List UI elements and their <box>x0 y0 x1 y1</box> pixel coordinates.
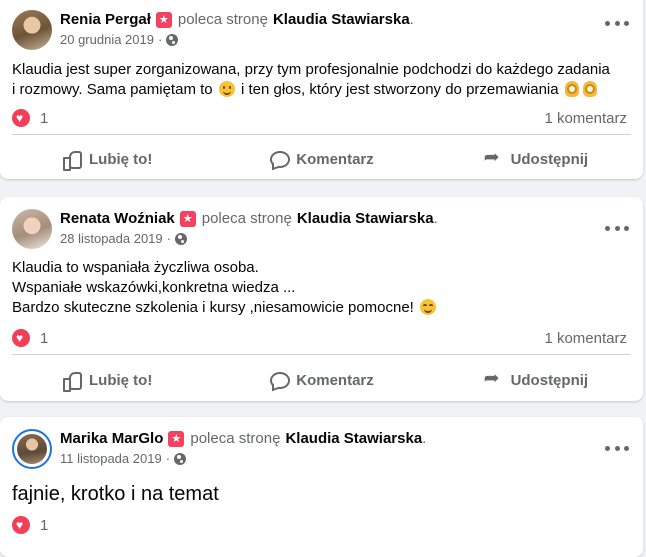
comment-label: Komentarz <box>296 371 374 389</box>
share-label: Udostępnij <box>510 150 589 168</box>
post-card: Renia Pergał poleca stronę Klaudia Stawi… <box>0 0 643 179</box>
smiling-blush-emoji-icon <box>420 299 437 315</box>
like-button[interactable]: Lubię to! <box>0 139 214 179</box>
post-text-line: Klaudia jest super zorganizowana, przy t… <box>12 61 610 78</box>
like-button[interactable]: Lubię to! <box>0 360 214 400</box>
recommendation-icon <box>179 211 196 227</box>
post-text-line: Bardzo skuteczne szkolenia i kursy ,nies… <box>12 299 414 316</box>
recommendation-icon <box>168 431 185 447</box>
recommends-text: poleca stronę <box>190 430 281 447</box>
post-text-line: i rozmowy. Sama pamiętam to <box>12 81 213 98</box>
more-options-button[interactable] <box>605 441 629 455</box>
post-text: Klaudia to wspaniała życzliwa osoba. Wsp… <box>12 258 438 318</box>
post-date[interactable]: 28 listopada 2019 <box>60 230 163 248</box>
comment-count-link[interactable]: 1 komentarz <box>544 330 627 347</box>
share-icon <box>484 369 504 390</box>
recommends-text: poleca stronę <box>201 210 292 227</box>
more-options-button[interactable] <box>605 221 629 235</box>
post-card: Renata Woźniak poleca stronę Klaudia Sta… <box>0 197 643 401</box>
comment-icon <box>269 149 291 169</box>
heart-reaction-icon <box>12 329 30 347</box>
avatar[interactable] <box>12 429 52 469</box>
post-actions: Lubię to! Komentarz Udostępnij <box>0 360 643 400</box>
post-header: Marika MarGlo poleca stronę Klaudia Staw… <box>12 429 426 469</box>
heart-reaction-icon <box>12 516 30 534</box>
reaction-count: 1 <box>40 516 49 534</box>
share-label: Udostępnij <box>510 371 589 389</box>
author-name[interactable]: Renia Pergał <box>60 10 151 30</box>
post-card: Marika MarGlo poleca stronę Klaudia Staw… <box>0 417 643 557</box>
page-name-link[interactable]: Klaudia Stawiarska <box>285 429 422 449</box>
post-text-line: i ten głos, który jest stworzony do prze… <box>240 81 559 98</box>
share-icon <box>484 148 504 169</box>
post-date[interactable]: 11 listopada 2019 <box>60 450 162 468</box>
comment-count-link[interactable]: 1 komentarz <box>544 110 627 127</box>
comment-button[interactable]: Komentarz <box>214 360 428 400</box>
like-icon <box>62 370 82 392</box>
recommendation-icon <box>155 12 172 28</box>
avatar[interactable] <box>12 10 52 50</box>
reaction-count: 1 <box>40 109 49 127</box>
comment-label: Komentarz <box>296 150 374 168</box>
post-text: Klaudia jest super zorganizowana, przy t… <box>12 60 610 100</box>
post-text-line: Wspaniałe wskazówki,konkretna wiedza ... <box>12 279 296 296</box>
page-name-link[interactable]: Klaudia Stawiarska <box>273 10 410 30</box>
author-name[interactable]: Marika MarGlo <box>60 429 163 449</box>
more-options-button[interactable] <box>605 16 629 30</box>
post-header: Renata Woźniak poleca stronę Klaudia Sta… <box>12 209 438 249</box>
page-name-link[interactable]: Klaudia Stawiarska <box>297 209 434 229</box>
post-stats: 1 1 komentarz <box>12 108 627 128</box>
author-name[interactable]: Renata Woźniak <box>60 209 175 229</box>
heart-reaction-icon <box>12 109 30 127</box>
comment-icon <box>269 370 291 390</box>
divider <box>12 134 631 135</box>
post-stats: 1 <box>12 515 627 535</box>
like-icon <box>62 149 82 171</box>
reactions-summary[interactable]: 1 <box>12 516 48 534</box>
post-text: fajnie, krotko i na temat <box>12 481 219 507</box>
post-text-line: fajnie, krotko i na temat <box>12 483 219 505</box>
like-label: Lubię to! <box>89 371 153 389</box>
share-button[interactable]: Udostępnij <box>429 360 643 400</box>
post-stats: 1 1 komentarz <box>12 328 627 348</box>
share-button[interactable]: Udostępnij <box>429 139 643 179</box>
reactions-summary[interactable]: 1 <box>12 329 48 347</box>
reaction-count: 1 <box>40 329 49 347</box>
ok-hand-emoji-icon <box>582 81 597 97</box>
recommends-text: poleca stronę <box>177 11 268 28</box>
globe-icon <box>174 453 187 465</box>
comment-button[interactable]: Komentarz <box>214 139 428 179</box>
divider <box>12 354 631 355</box>
post-text-line: Klaudia to wspaniała życzliwa osoba. <box>12 259 259 276</box>
post-date[interactable]: 20 grudnia 2019 <box>60 31 154 49</box>
avatar[interactable] <box>12 209 52 249</box>
smile-emoji-icon <box>218 81 235 97</box>
globe-icon <box>175 233 187 245</box>
post-actions: Lubię to! Komentarz Udostępnij <box>0 139 643 179</box>
post-header: Renia Pergał poleca stronę Klaudia Stawi… <box>12 10 414 50</box>
globe-icon <box>166 34 179 46</box>
reactions-summary[interactable]: 1 <box>12 109 48 127</box>
like-label: Lubię to! <box>89 150 153 168</box>
ok-hand-emoji-icon <box>564 81 579 97</box>
